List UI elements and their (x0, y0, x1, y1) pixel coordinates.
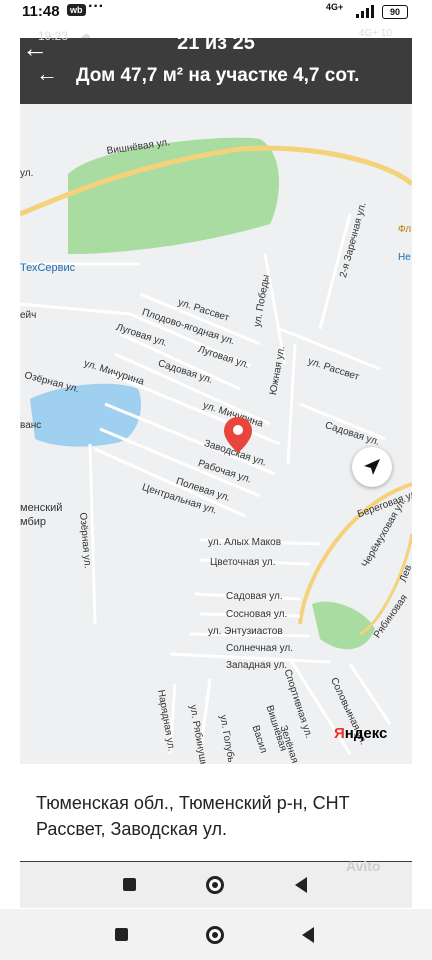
map-label: Сосновая ул. (226, 609, 288, 620)
lake-area (30, 383, 141, 447)
listing-title: Дом 47,7 м² на участке 4,7 сот. (76, 65, 360, 86)
status-bar: 11:48 wb ··· 4G+ 90 (0, 0, 432, 24)
overflow-notifications-icon: ··· (88, 0, 104, 15)
system-navigation-bar (0, 909, 432, 960)
navigation-arrow-icon (364, 459, 380, 475)
home-button[interactable] (206, 926, 224, 944)
network-type: 4G+ (326, 2, 344, 12)
inner-home-icon (206, 876, 224, 894)
listing-header: ← Дом 47,7 м² на участке 4,7 сот. (20, 60, 412, 96)
address-panel: Тюменская обл., Тюменский р-н, СНТ Рассв… (20, 764, 412, 861)
map-label: ванс (20, 420, 42, 431)
map-label: менский (20, 502, 63, 514)
map-label: Не (398, 252, 411, 263)
recents-button[interactable] (115, 928, 128, 941)
status-time: 11:48 (22, 3, 60, 20)
map-label: ул. Энтузиастов (208, 626, 283, 637)
inner-recents-icon (123, 878, 136, 891)
map-label: ейч (20, 310, 37, 321)
map-label: Садовая ул. (226, 591, 283, 602)
battery-icon: 90 (382, 5, 408, 19)
park-area-2 (312, 601, 375, 650)
photo-counter: 21 из 25 (177, 32, 255, 54)
map-label: Западная ул. (226, 660, 288, 671)
app-notification-badge: wb (67, 4, 86, 16)
signal-icon (356, 5, 374, 18)
address-text: Тюменская обл., Тюменский р-н, СНТ Рассв… (36, 793, 350, 839)
yandex-logo: Яндекс (334, 725, 387, 742)
listing-back-arrow-icon: ← (36, 61, 58, 86)
my-location-button[interactable] (352, 447, 392, 487)
map-view[interactable]: Вишнёвая ул. ул. ТехСервис ейч ул. Рассв… (20, 104, 412, 764)
yandex-logo-rest: ндекс (344, 725, 388, 742)
map-label: Солнечная ул. (226, 643, 294, 654)
yandex-logo-ya: Я (334, 725, 345, 742)
map-label: Цветочная ул. (210, 557, 276, 568)
map-label: ул. (20, 168, 34, 179)
map-label: ул. Алых Маков (208, 537, 282, 548)
map-label: ТехСервис (20, 262, 76, 274)
inner-back-icon (295, 877, 307, 893)
map-label: мбир (20, 516, 47, 528)
avito-watermark: Avito (346, 858, 381, 874)
park-area (68, 137, 280, 254)
back-button[interactable] (302, 927, 314, 943)
map-label: Фл (398, 224, 412, 235)
